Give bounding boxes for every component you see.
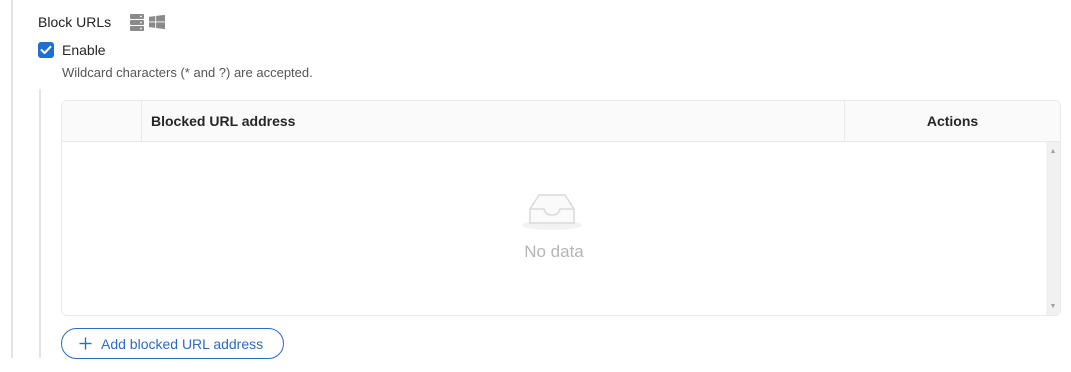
add-blocked-url-button[interactable]: Add blocked URL address bbox=[61, 328, 284, 359]
empty-text: No data bbox=[524, 242, 584, 261]
server-icon bbox=[129, 13, 145, 31]
enable-row: Enable bbox=[38, 41, 106, 59]
add-button-label: Add blocked URL address bbox=[101, 335, 264, 352]
table-body: No data ▲ ▼ bbox=[62, 142, 1060, 315]
windows-icon bbox=[149, 13, 166, 31]
section-header: Block URLs bbox=[38, 11, 169, 33]
block-urls-panel: Block URLs Enable Wildcard characters (*… bbox=[0, 0, 1071, 372]
column-header-select bbox=[62, 101, 142, 141]
table-scrollbar[interactable]: ▲ ▼ bbox=[1046, 142, 1060, 315]
table-header: Blocked URL address Actions bbox=[62, 101, 1060, 142]
blocked-urls-table: Blocked URL address Actions No data ▲ ▼ bbox=[61, 100, 1061, 316]
column-header-blocked-url: Blocked URL address bbox=[151, 113, 296, 129]
empty-inbox-icon bbox=[522, 194, 582, 230]
section-title: Block URLs bbox=[38, 14, 112, 30]
scroll-up-arrow-icon[interactable]: ▲ bbox=[1046, 145, 1060, 157]
inner-indent-rule bbox=[39, 89, 41, 358]
wildcard-hint: Wildcard characters (* and ?) are accept… bbox=[62, 65, 313, 80]
plus-icon bbox=[78, 337, 92, 351]
checkmark-icon bbox=[40, 45, 52, 54]
outer-indent-rule bbox=[11, 0, 13, 358]
enable-checkbox[interactable] bbox=[38, 42, 54, 58]
column-header-actions: Actions bbox=[844, 101, 1060, 141]
empty-state: No data bbox=[62, 142, 1046, 315]
enable-label[interactable]: Enable bbox=[62, 42, 106, 58]
scroll-down-arrow-icon[interactable]: ▼ bbox=[1046, 300, 1060, 312]
